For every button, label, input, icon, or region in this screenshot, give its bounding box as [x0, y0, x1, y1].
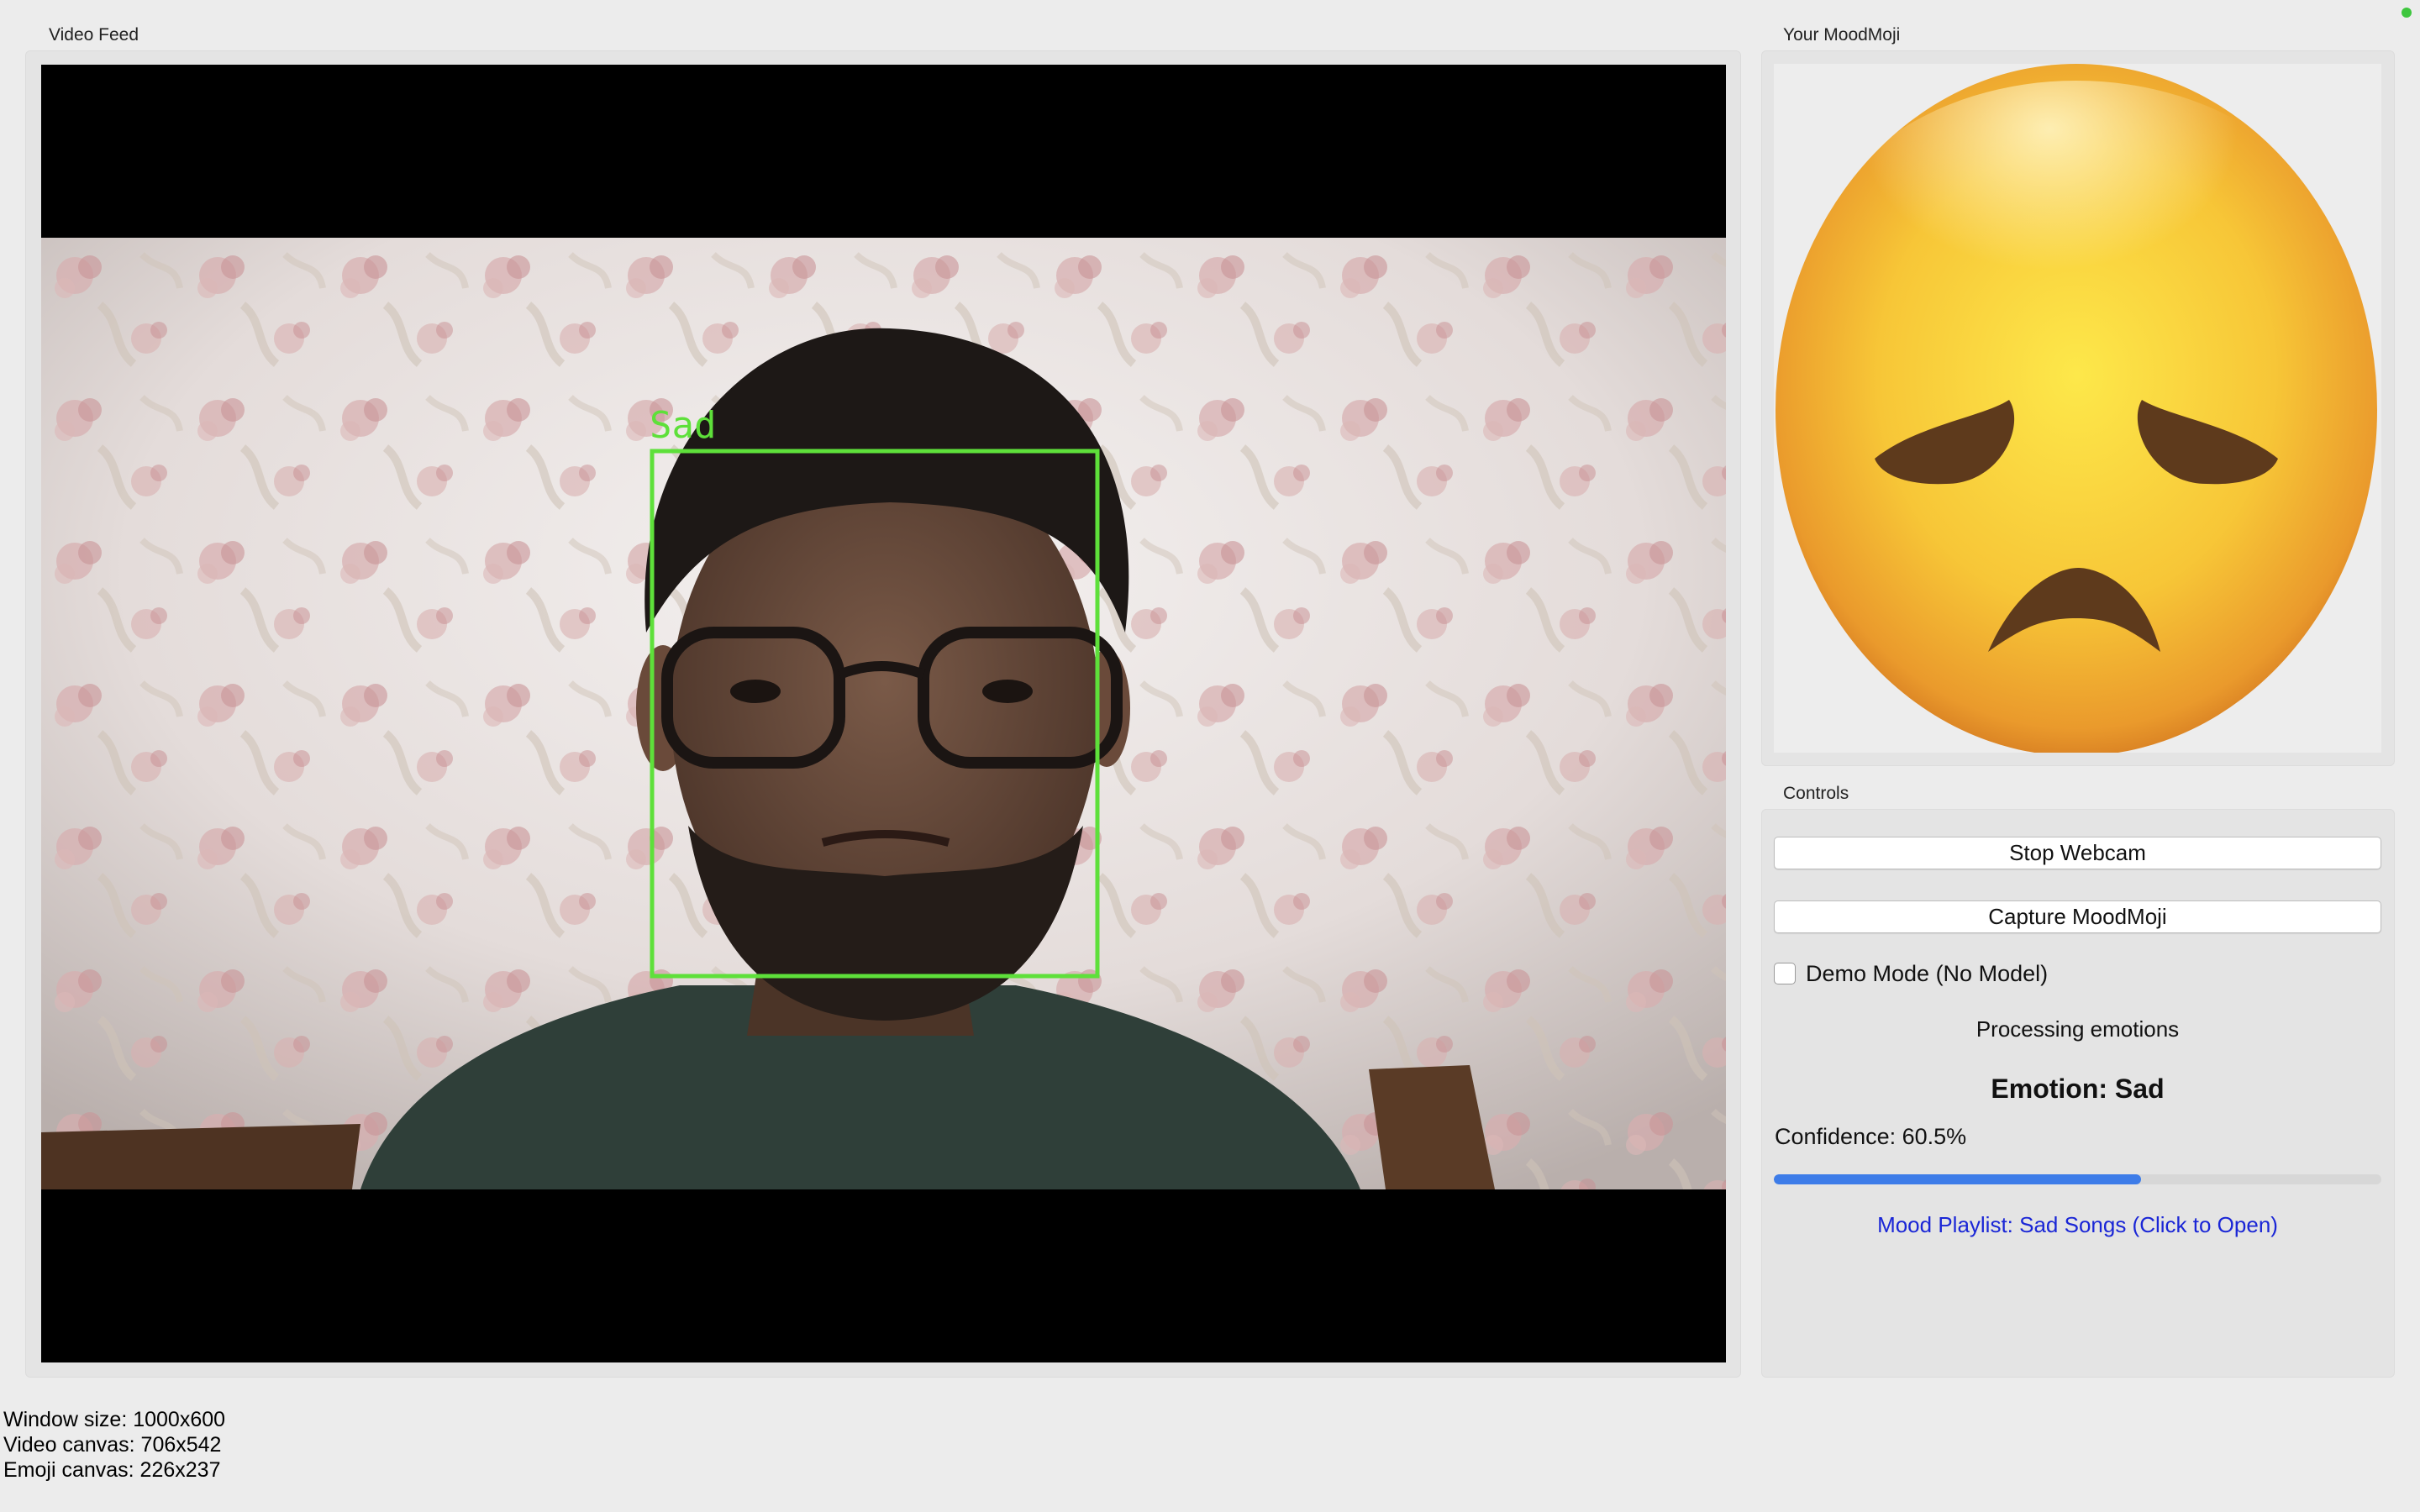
webcam-frame: Sad: [41, 238, 1726, 1189]
demo-mode-label: Demo Mode (No Model): [1806, 960, 2049, 986]
stop-webcam-button[interactable]: Stop Webcam: [1774, 837, 2381, 869]
controls-title: Controls: [1783, 784, 1849, 803]
confidence-label: Confidence: 60.5%: [1775, 1124, 1967, 1149]
moodmoji-title: Your MoodMoji: [1783, 25, 1901, 45]
webcam-image: Sad: [41, 238, 1726, 1189]
sad-face-emoji-icon: [1776, 64, 2377, 753]
face-detection-label: Sad: [650, 404, 716, 447]
demo-mode-checkbox[interactable]: [1774, 963, 1796, 984]
debug-emoji-canvas: Emoji canvas: 226x237: [3, 1458, 221, 1482]
processing-status: Processing emotions: [1975, 1016, 2180, 1042]
video-feed-title: Video Feed: [49, 25, 139, 45]
demo-mode-checkbox-row[interactable]: Demo Mode (No Model): [1774, 959, 2048, 988]
emotion-result: Emotion: Sad: [1991, 1074, 2165, 1104]
emoji-canvas: [1774, 64, 2381, 753]
debug-video-canvas: Video canvas: 706x542: [3, 1433, 222, 1457]
confidence-progress-fill: [1774, 1174, 2142, 1184]
video-canvas: Sad: [41, 65, 1726, 1362]
capture-moodmoji-button[interactable]: Capture MoodMoji: [1774, 900, 2381, 933]
debug-window-size: Window size: 1000x600: [3, 1408, 226, 1431]
confidence-progress-bar: [1774, 1174, 2381, 1184]
status-indicator-dot: [2402, 8, 2412, 18]
mood-playlist-link[interactable]: Mood Playlist: Sad Songs (Click to Open): [1774, 1212, 2381, 1238]
